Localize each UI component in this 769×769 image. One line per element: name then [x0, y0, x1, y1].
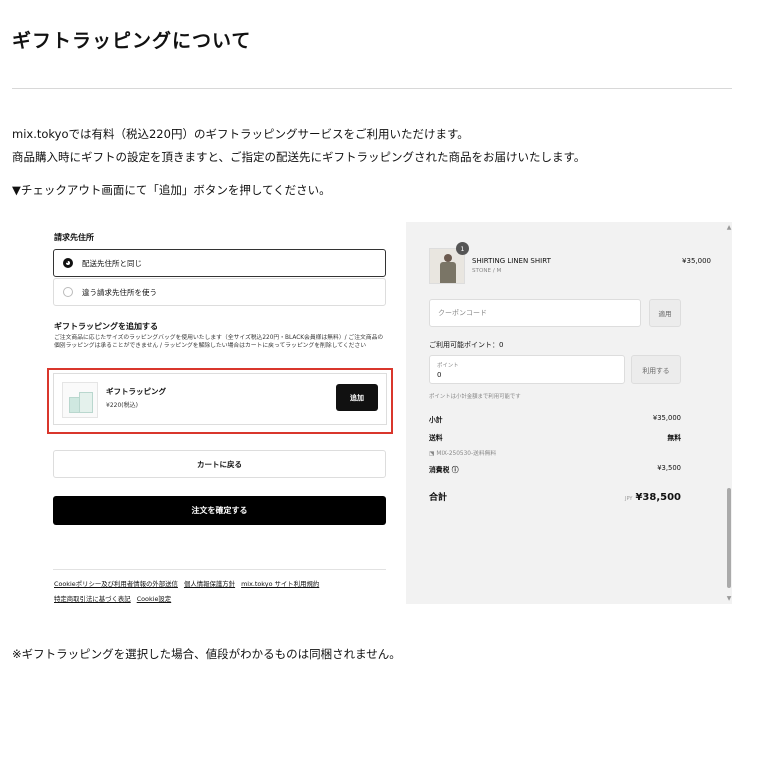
add-gift-button[interactable]: 追加 [336, 384, 378, 411]
subtotal-row: 小計 ¥35,000 [429, 414, 681, 424]
total-currency: JPY [625, 496, 633, 502]
gift-description: ご注文商品に応じたサイズのラッピングバッグを使用いたします（全サイズ税込220円… [54, 335, 384, 350]
instruction-text: ▼チェックアウト画面にて「追加」ボタンを押してください。 [12, 183, 331, 197]
subtotal-value: ¥35,000 [652, 414, 681, 422]
billing-option-same[interactable]: 配送先住所と同じ [53, 249, 386, 277]
shipping-value: 無料 [667, 434, 681, 442]
scroll-up-icon[interactable]: ▲ [726, 224, 732, 231]
intro-text-2: 商品購入時にギフトの設定を頂きますと、ご指定の配送先にギフトラッピングされた商品… [12, 150, 586, 164]
scroll-down-icon[interactable]: ▼ [726, 595, 732, 602]
shipping-discount-code: ⬔ MIX-250530-送料無料 [429, 448, 496, 457]
points-input[interactable]: ポイント 0 [429, 355, 625, 384]
coupon-input[interactable]: クーポンコード [429, 299, 641, 327]
apply-coupon-button[interactable]: 適用 [649, 299, 681, 327]
page-title: ギフトラッピングについて [12, 30, 252, 52]
gift-item-name: ギフトラッピング [106, 387, 166, 396]
radio-selected-icon[interactable] [63, 258, 73, 268]
footer-link[interactable]: 特定商取引法に基づく表記 [54, 595, 131, 603]
footer-links-2: 特定商取引法に基づく表記 Cookie設定 [54, 594, 177, 603]
total-row: 合計 JPY ¥38,500 [429, 490, 681, 503]
footer-link[interactable]: 個人情報保護方針 [184, 580, 235, 588]
billing-option-different-label: 違う請求先住所を使う [82, 287, 157, 297]
total-label: 合計 [429, 493, 448, 503]
billing-section-label: 請求先住所 [54, 233, 94, 242]
product-variant: STONE / M [472, 268, 502, 274]
points-placeholder: ポイント [437, 363, 459, 369]
product-price: ¥35,000 [682, 257, 711, 265]
back-to-cart-button[interactable]: カートに戻る [53, 450, 386, 478]
gift-bag-image [62, 382, 98, 418]
divider [12, 88, 732, 89]
points-note: ポイントは小計金額まで利用可能です [429, 394, 521, 400]
checkout-screenshot: 請求先住所 配送先住所と同じ 違う請求先住所を使う ギフトラッピングを追加する … [35, 222, 732, 604]
tax-label: 消費税 ⓘ [429, 466, 459, 474]
points-value: 0 [437, 371, 442, 379]
scroll-thumb[interactable] [727, 488, 731, 588]
points-available-label: ご利用可能ポイント：0 [429, 341, 504, 349]
order-summary: 1 SHIRTING LINEN SHIRT STONE / M ¥35,000… [406, 222, 726, 604]
gift-wrapping-card: ギフトラッピング ¥220(税込) 追加 [53, 373, 387, 425]
scrollbar[interactable]: ▲ ▼ [726, 222, 732, 604]
footnote: ※ギフトラッピングを選択した場合、値段がわかるものは同梱されません。 [12, 647, 401, 661]
total-value: ¥38,500 [635, 492, 681, 503]
subtotal-label: 小計 [429, 416, 443, 424]
billing-option-different[interactable]: 違う請求先住所を使う [53, 278, 386, 306]
footer-link[interactable]: mix.tokyo サイト利用規約 [241, 580, 319, 588]
intro-text: mix.tokyoでは有料（税込220円）のギフトラッピングサービスをご利用いた… [12, 127, 469, 141]
product-name: SHIRTING LINEN SHIRT [472, 257, 551, 265]
footer-divider [53, 569, 386, 570]
tax-row: 消費税 ⓘ ¥3,500 [429, 464, 681, 474]
shipping-code-text: MIX-250530-送料無料 [436, 451, 497, 457]
radio-unselected-icon[interactable] [63, 287, 73, 297]
checkout-form: 請求先住所 配送先住所と同じ 違う請求先住所を使う ギフトラッピングを追加する … [35, 222, 405, 604]
footer-links: Cookieポリシー及び利用者情報の外部送信 個人情報保護方針 mix.tokyo … [54, 579, 325, 588]
gift-item-price: ¥220(税込) [106, 402, 138, 409]
footer-link[interactable]: Cookieポリシー及び利用者情報の外部送信 [54, 580, 178, 588]
confirm-order-button[interactable]: 注文を確定する [53, 496, 386, 525]
use-points-button[interactable]: 利用する [631, 355, 681, 384]
billing-option-same-label: 配送先住所と同じ [82, 258, 142, 268]
quantity-badge: 1 [456, 242, 469, 255]
tax-value: ¥3,500 [657, 464, 681, 472]
footer-link[interactable]: Cookie設定 [137, 595, 171, 603]
shipping-label: 送料 [429, 434, 443, 442]
total-value-group: JPY ¥38,500 [625, 492, 681, 503]
gift-section-label: ギフトラッピングを追加する [54, 322, 158, 331]
shipping-row: 送料 無料 [429, 432, 681, 442]
